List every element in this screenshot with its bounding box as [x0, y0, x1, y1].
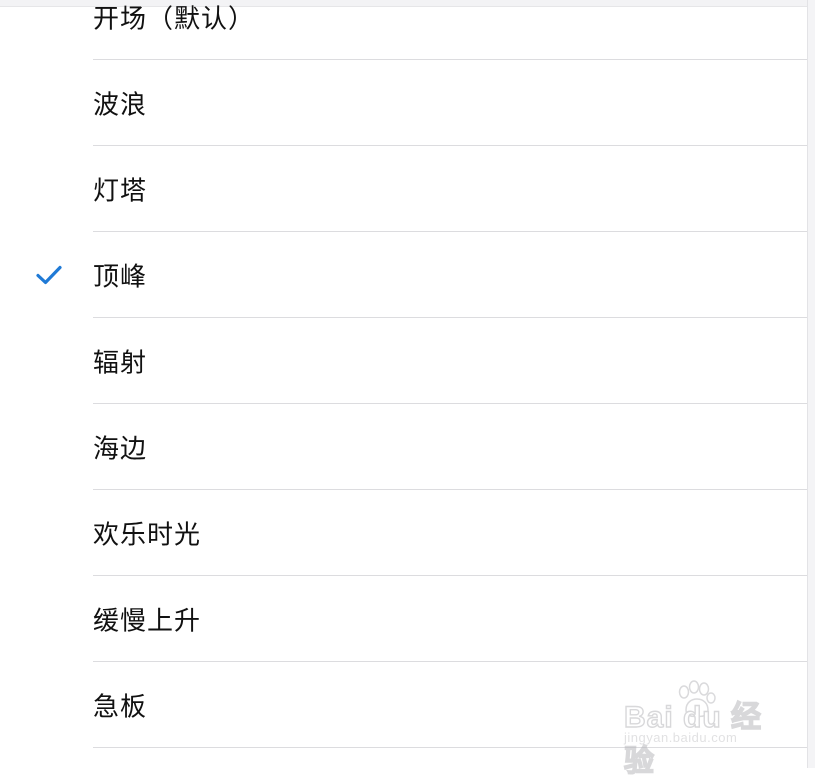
list-item-waves[interactable]: 波浪 [0, 60, 808, 146]
list-item-label: 波浪 [93, 90, 148, 121]
list-item-radiate[interactable]: 辐射 [0, 318, 808, 404]
list-item-label: 缓慢上升 [93, 606, 202, 637]
list-item-slow-rise[interactable]: 缓慢上升 [0, 576, 808, 662]
list-item-label: 顶峰 [93, 262, 148, 293]
row-divider [93, 747, 808, 748]
list-item-label: 辐射 [93, 348, 148, 379]
list-item-lighthouse[interactable]: 灯塔 [0, 146, 808, 232]
list-item-label: 开场（默认） [93, 4, 256, 35]
checkmark-icon [36, 265, 62, 285]
list-item-label: 海边 [93, 434, 148, 465]
list-item-summit[interactable]: 顶峰 [0, 232, 808, 318]
list-item-presto[interactable]: 急板 [0, 662, 808, 748]
list-item-seaside[interactable]: 海边 [0, 404, 808, 490]
list-item-label: 急板 [93, 692, 148, 723]
list-item-happy-hour[interactable]: 欢乐时光 [0, 490, 808, 576]
list-item-label: 灯塔 [93, 176, 148, 207]
list-item-opening-default[interactable]: 开场（默认） [0, 0, 808, 60]
scroll-gutter [807, 0, 815, 768]
list-item-label: 欢乐时光 [93, 520, 202, 551]
